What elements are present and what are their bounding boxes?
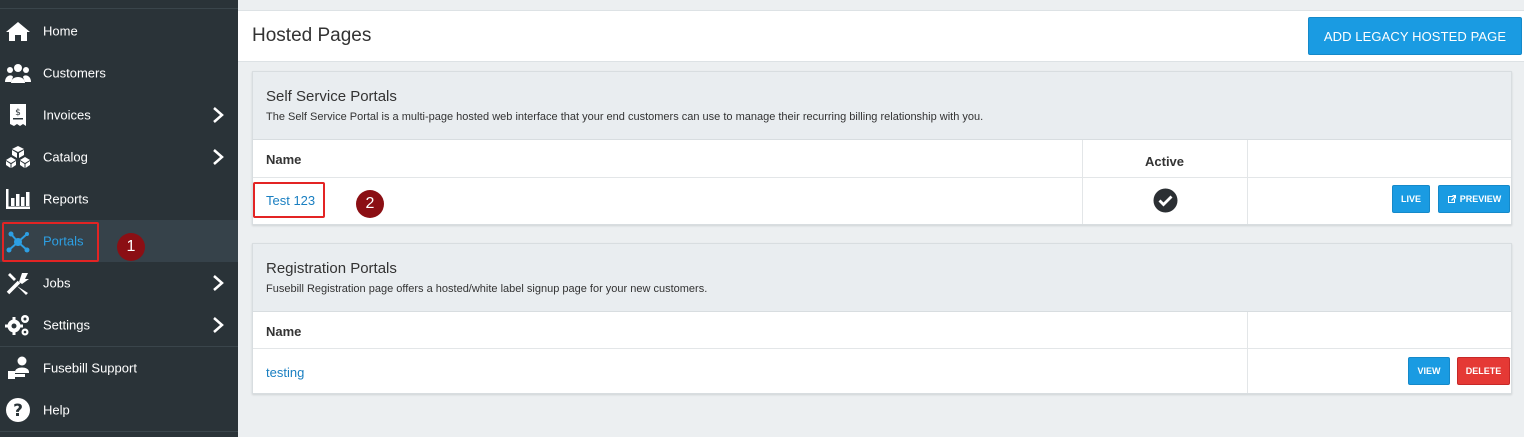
sidebar-item-support[interactable]: Fusebill Support [0, 347, 238, 389]
sidebar-item-label: Fusebill Support [43, 360, 137, 376]
sidebar-item-home[interactable]: Home [0, 10, 238, 52]
main-content: Hosted Pages ADD LEGACY HOSTED PAGE Self… [238, 0, 1524, 437]
sidebar-item-label: Invoices [43, 107, 91, 123]
column-header-name: Name [266, 152, 302, 167]
column-divider [1247, 140, 1248, 224]
step-badge: 1 [117, 233, 145, 261]
row-divider [253, 177, 1511, 178]
sidebar-item-label: Help [43, 402, 70, 418]
sidebar-divider [0, 8, 238, 9]
invoice-icon: $ [5, 102, 31, 128]
sidebar-item-label: Settings [43, 317, 90, 333]
bar-chart-icon [5, 186, 31, 212]
sidebar-item-jobs[interactable]: Jobs [0, 262, 238, 304]
column-header-name: Name [266, 324, 302, 339]
external-link-icon [1447, 195, 1456, 203]
preview-label: PREVIEW [1459, 194, 1502, 204]
preview-button[interactable]: PREVIEW [1438, 185, 1510, 213]
sidebar-divider [0, 431, 238, 432]
sidebar-item-help[interactable]: ? Help [0, 389, 238, 431]
column-header-active: Active [1145, 154, 1185, 169]
sidebar-item-catalog[interactable]: Catalog [0, 136, 238, 178]
sidebar-item-label: Customers [43, 65, 106, 81]
panel-description: The Self Service Portal is a multi-page … [266, 111, 984, 123]
live-button[interactable]: LIVE [1392, 185, 1430, 213]
cubes-icon [5, 144, 31, 170]
sidebar-item-label: Reports [43, 191, 89, 207]
sidebar-item-label: Home [43, 23, 78, 39]
home-icon [5, 18, 31, 44]
step-badge: 2 [356, 190, 384, 218]
page-header: Hosted Pages ADD LEGACY HOSTED PAGE [238, 10, 1524, 62]
portal-name-link[interactable]: testing [266, 365, 304, 380]
sidebar-item-invoices[interactable]: $ Invoices [0, 94, 238, 136]
panel-title: Self Service Portals [266, 88, 397, 105]
self-service-portals-panel: Self Service Portals The Self Service Po… [252, 71, 1512, 225]
check-circle-icon [1153, 188, 1178, 213]
users-icon [5, 60, 31, 86]
chevron-right-icon [213, 317, 224, 333]
support-icon [5, 355, 31, 381]
help-icon: ? [5, 397, 31, 423]
sidebar: Home Customers $ Invoices Catalog Report… [0, 0, 238, 437]
view-button[interactable]: VIEW [1408, 357, 1450, 385]
add-legacy-hosted-page-button[interactable]: ADD LEGACY HOSTED PAGE [1308, 17, 1522, 55]
column-divider [1247, 312, 1248, 393]
sidebar-item-settings[interactable]: Settings [0, 304, 238, 346]
delete-button[interactable]: DELETE [1457, 357, 1510, 385]
highlight-box [253, 182, 325, 218]
sidebar-item-customers[interactable]: Customers [0, 52, 238, 94]
sidebar-item-label: Catalog [43, 149, 88, 165]
sidebar-item-label: Jobs [43, 275, 71, 291]
panel-title: Registration Portals [266, 260, 397, 277]
page-title: Hosted Pages [252, 25, 372, 46]
panel-header: Registration Portals Fusebill Registrati… [253, 244, 1511, 312]
chevron-right-icon [213, 149, 224, 165]
svg-text:$: $ [15, 108, 21, 118]
sidebar-item-reports[interactable]: Reports [0, 178, 238, 220]
registration-portals-panel: Registration Portals Fusebill Registrati… [252, 243, 1512, 394]
highlight-box [2, 222, 99, 262]
svg-text:?: ? [13, 401, 23, 421]
chevron-right-icon [213, 275, 224, 291]
panel-header: Self Service Portals The Self Service Po… [253, 72, 1511, 140]
gears-icon [5, 312, 31, 338]
chevron-right-icon [213, 107, 224, 123]
tools-icon [5, 270, 31, 296]
row-divider [253, 348, 1511, 349]
panel-description: Fusebill Registration page offers a host… [266, 283, 708, 295]
column-divider [1082, 140, 1083, 224]
